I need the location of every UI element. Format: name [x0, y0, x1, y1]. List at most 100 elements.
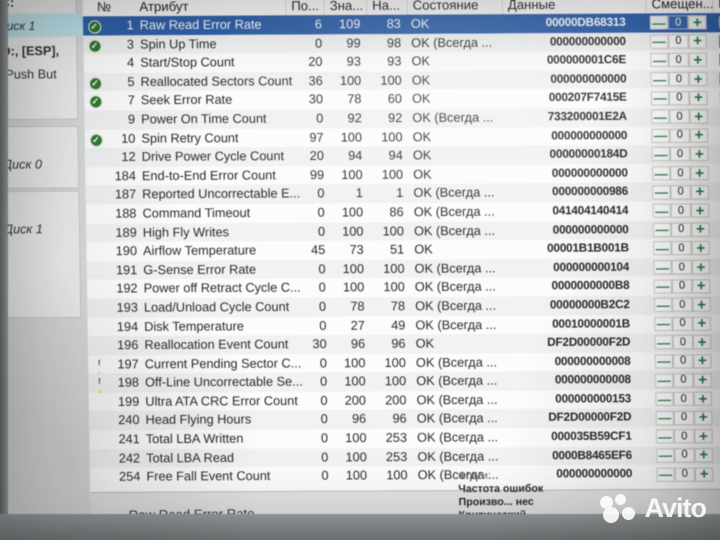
offset-stepper[interactable]: —0 +	[651, 126, 712, 145]
offset-value[interactable]: 0	[674, 448, 695, 463]
offset-stepper[interactable]: —0 +	[655, 389, 716, 408]
offset-increment-button[interactable]: +	[689, 108, 708, 125]
offset-decrement-button[interactable]: —	[649, 15, 669, 30]
offset-increment-button[interactable]: +	[694, 466, 714, 483]
offset-increment-button[interactable]: +	[694, 447, 714, 464]
offset-stepper[interactable]: —0 +	[650, 88, 712, 107]
offset-increment-button[interactable]: +	[689, 89, 708, 107]
sidebar-item[interactable]: D:, [ESP],	[0, 39, 86, 63]
sidebar-item[interactable]: 3)	[0, 195, 86, 219]
column-header-value[interactable]: Зна...	[323, 0, 364, 16]
offset-decrement-button[interactable]: —	[654, 335, 673, 350]
sidebar-item[interactable]: 3) Диск 1	[0, 13, 84, 38]
offset-stepper[interactable]: —0 +	[650, 51, 711, 70]
offset-increment-button[interactable]: +	[690, 165, 709, 182]
offset-increment-button[interactable]: +	[692, 296, 711, 313]
column-header-enabled[interactable]: Включ...	[711, 0, 720, 14]
offset-decrement-button[interactable]: —	[650, 72, 669, 87]
offset-stepper[interactable]: —0 +	[650, 70, 712, 89]
offset-value[interactable]: 0	[669, 90, 690, 106]
offset-decrement-button[interactable]: —	[651, 109, 670, 125]
sidebar-item[interactable]: )	[0, 130, 85, 154]
offset-stepper[interactable]: —0 +	[656, 446, 717, 465]
offset-decrement-button[interactable]: —	[649, 34, 669, 49]
offset-decrement-button[interactable]: —	[655, 391, 674, 407]
offset-value[interactable]: 0	[667, 15, 689, 30]
offset-value[interactable]: 0	[672, 335, 694, 350]
offset-increment-button[interactable]: +	[688, 14, 707, 31]
offset-decrement-button[interactable]: —	[650, 53, 669, 68]
offset-stepper[interactable]: —0 +	[656, 465, 717, 484]
offset-stepper[interactable]: —0 +	[655, 371, 716, 390]
column-header-num[interactable]: №	[97, 0, 112, 16]
offset-decrement-button[interactable]: —	[652, 222, 672, 237]
offset-value[interactable]: 0	[671, 241, 692, 256]
offset-decrement-button[interactable]: —	[654, 354, 674, 369]
offset-decrement-button[interactable]: —	[655, 373, 674, 388]
offset-increment-button[interactable]: +	[690, 146, 709, 163]
sidebar-item[interactable]: C:	[0, 0, 85, 14]
offset-stepper[interactable]: —0 +	[653, 239, 714, 258]
offset-value[interactable]: 0	[670, 222, 692, 237]
offset-value[interactable]: 0	[668, 53, 689, 68]
disk-tree-sidebar[interactable]: C:3) Диск 1 D:, [ESP], [Push But) Диск 0 3) Д…	[0, 0, 93, 540]
offset-increment-button[interactable]: +	[690, 183, 710, 201]
offset-stepper[interactable]: —0 +	[655, 427, 717, 446]
offset-value[interactable]: 0	[670, 184, 691, 200]
offset-value[interactable]: 0	[672, 354, 694, 369]
offset-value[interactable]: 0	[670, 166, 691, 181]
offset-value[interactable]: 0	[674, 467, 696, 482]
offset-decrement-button[interactable]: —	[652, 203, 671, 219]
offset-stepper[interactable]: —0 +	[652, 201, 713, 220]
offset-value[interactable]: 0	[669, 128, 691, 143]
column-header-status[interactable]: Состояние	[406, 0, 479, 15]
sidebar-item[interactable]: Диск 0	[0, 152, 87, 176]
offset-value[interactable]: 0	[673, 391, 694, 407]
offset-increment-button[interactable]: +	[693, 353, 712, 370]
offset-decrement-button[interactable]: —	[653, 279, 673, 294]
offset-increment-button[interactable]: +	[692, 277, 711, 295]
offset-increment-button[interactable]: +	[691, 259, 711, 276]
offset-value[interactable]: 0	[671, 278, 693, 294]
offset-decrement-button[interactable]: —	[651, 166, 671, 181]
offset-decrement-button[interactable]: —	[651, 128, 670, 143]
column-header-offset[interactable]: Смещен...	[645, 0, 714, 14]
offset-increment-button[interactable]: +	[692, 315, 712, 332]
offset-decrement-button[interactable]: —	[652, 185, 671, 200]
offset-increment-button[interactable]: +	[693, 371, 712, 389]
offset-stepper[interactable]: —0 +	[652, 220, 714, 239]
offset-stepper[interactable]: —0 +	[653, 295, 715, 314]
offset-increment-button[interactable]: +	[691, 221, 710, 238]
offset-stepper[interactable]: —0 +	[652, 182, 713, 201]
offset-increment-button[interactable]: +	[691, 240, 710, 257]
offset-value[interactable]: 0	[669, 109, 690, 124]
offset-value[interactable]: 0	[670, 203, 692, 219]
offset-value[interactable]: 0	[673, 373, 694, 388]
offset-decrement-button[interactable]: —	[650, 90, 670, 106]
offset-stepper[interactable]: —0 +	[651, 107, 712, 126]
sidebar-item[interactable]: [Push But	[0, 62, 86, 86]
column-header-worst[interactable]: На...	[365, 0, 401, 15]
sidebar-item[interactable]: Диск 1	[0, 217, 88, 241]
offset-stepper[interactable]: —0 +	[651, 164, 713, 183]
offset-increment-button[interactable]: +	[694, 428, 713, 445]
offset-value[interactable]: 0	[672, 297, 693, 313]
offset-value[interactable]: 0	[668, 72, 690, 87]
offset-stepper[interactable]: —0 +	[654, 314, 715, 333]
offset-value[interactable]: 0	[673, 410, 695, 425]
offset-value[interactable]: 0	[674, 429, 695, 444]
offset-increment-button[interactable]: +	[693, 390, 713, 408]
offset-increment-button[interactable]: +	[688, 52, 708, 69]
offset-increment-button[interactable]: +	[692, 334, 712, 351]
offset-stepper[interactable]: —0 +	[654, 333, 715, 352]
offset-increment-button[interactable]: +	[694, 409, 713, 426]
offset-value[interactable]: 0	[668, 34, 689, 49]
offset-value[interactable]: 0	[672, 316, 693, 331]
offset-decrement-button[interactable]: —	[656, 448, 675, 463]
offset-increment-button[interactable]: +	[690, 202, 710, 219]
offset-value[interactable]: 0	[669, 147, 691, 162]
offset-value[interactable]: 0	[671, 260, 692, 275]
offset-stepper[interactable]: —0 +	[654, 352, 716, 371]
offset-stepper[interactable]: —0 +	[655, 408, 717, 427]
offset-decrement-button[interactable]: —	[653, 260, 672, 275]
